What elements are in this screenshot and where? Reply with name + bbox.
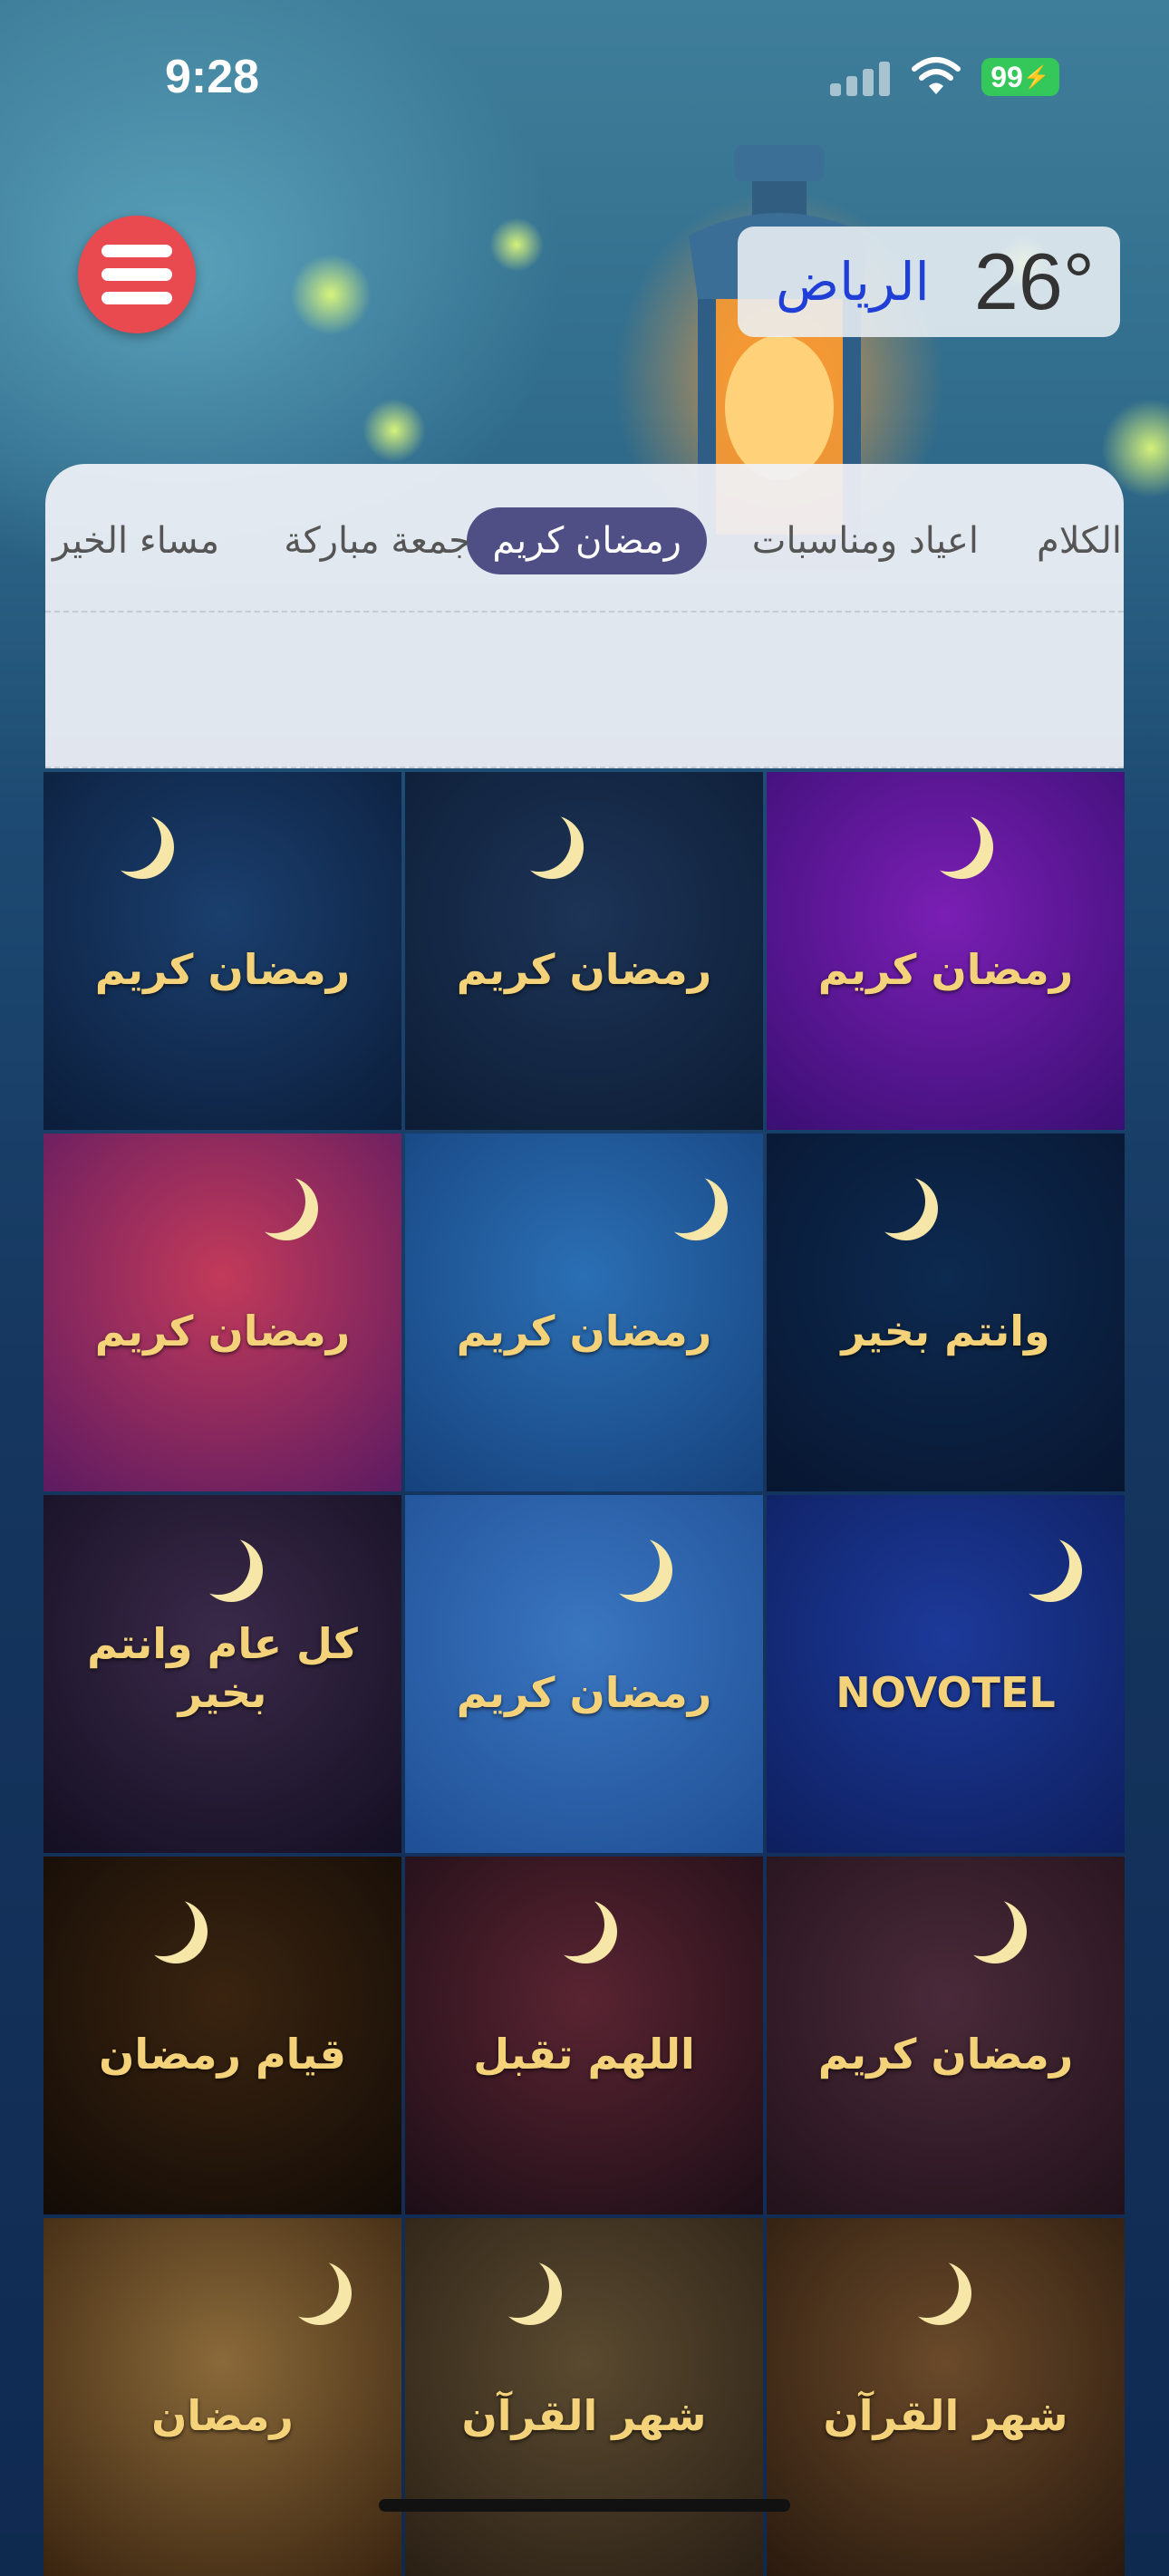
tab-alkalam[interactable]: الكلام xyxy=(1037,507,1122,574)
gallery-image[interactable]: رمضان كريم xyxy=(43,1134,401,1491)
gallery-image[interactable]: كل عام وانتم بخير xyxy=(43,1495,401,1853)
tab-jumuah-mubaraka[interactable]: جمعة مباركة xyxy=(284,507,471,574)
gallery-image[interactable]: رمضان كريم xyxy=(767,772,1125,1130)
gallery-image[interactable]: رمضان كريم xyxy=(405,1495,763,1853)
gallery-image-caption: رمضان كريم xyxy=(94,944,351,994)
crescent-moon-icon xyxy=(596,1531,660,1595)
gallery-image[interactable]: رمضان كريم xyxy=(405,772,763,1130)
category-tabs: الكلام اعياد ومناسبات رمضان كريم جمعة مب… xyxy=(45,507,1124,582)
gallery-image[interactable]: رمضان كريم xyxy=(43,772,401,1130)
cellular-signal-icon xyxy=(830,62,890,96)
gallery-image-caption: NOVOTEL xyxy=(836,1667,1056,1717)
gallery-image-caption: شهر القرآن xyxy=(461,2390,707,2440)
bokeh-light xyxy=(362,399,426,462)
gallery-image[interactable]: شهر القرآن xyxy=(405,2218,763,2576)
category-panel: الكلام اعياد ومناسبات رمضان كريم جمعة مب… xyxy=(45,464,1124,768)
tab-eids-occasions[interactable]: اعياد ومناسبات xyxy=(752,507,979,574)
gallery-image-caption: رمضان كريم xyxy=(456,1306,712,1356)
gallery-image[interactable]: رمضان xyxy=(43,2218,401,2576)
gallery-image[interactable]: رمضان كريم xyxy=(405,1134,763,1491)
gallery-image[interactable]: وانتم بخير xyxy=(767,1134,1125,1491)
gallery-image-caption: شهر القرآن xyxy=(823,2390,1068,2440)
gallery-image-caption: رمضان xyxy=(151,2390,294,2440)
status-time: 9:28 xyxy=(165,51,260,103)
gallery-image-caption: رمضان كريم xyxy=(94,1306,351,1356)
bokeh-light xyxy=(489,217,544,272)
crescent-moon-icon xyxy=(131,1893,195,1956)
weather-city: الرياض xyxy=(776,251,930,313)
weather-temperature: 26° xyxy=(973,236,1095,326)
tab-good-evening[interactable]: مساء الخير xyxy=(53,507,219,574)
crescent-moon-icon xyxy=(895,2254,959,2318)
crescent-moon-icon xyxy=(917,808,981,872)
divider xyxy=(45,767,1124,768)
crescent-moon-icon xyxy=(652,1170,715,1233)
crescent-moon-icon xyxy=(541,1893,604,1956)
crescent-moon-icon xyxy=(507,808,571,872)
crescent-moon-icon xyxy=(862,1170,925,1233)
gallery-image-caption: وانتم بخير xyxy=(841,1306,1050,1356)
gallery-image[interactable]: قيام رمضان xyxy=(43,1857,401,2214)
crescent-moon-icon xyxy=(1006,1531,1069,1595)
tab-ramadan-kareem[interactable]: رمضان كريم xyxy=(467,507,707,574)
crescent-moon-icon xyxy=(951,1893,1014,1956)
gallery-image[interactable]: رمضان كريم xyxy=(767,1857,1125,2214)
wifi-icon xyxy=(912,57,961,94)
status-bar: 9:28 99 ⚡ xyxy=(0,0,1169,154)
menu-button[interactable] xyxy=(78,216,196,333)
crescent-moon-icon xyxy=(242,1170,305,1233)
gallery-image-caption: رمضان كريم xyxy=(456,1667,712,1717)
gallery-image-caption: رمضان كريم xyxy=(456,944,712,994)
divider xyxy=(45,611,1124,613)
hamburger-icon xyxy=(101,245,172,257)
battery-level: 99 xyxy=(990,60,1023,93)
crescent-moon-icon xyxy=(98,808,161,872)
crescent-moon-icon xyxy=(275,2254,339,2318)
home-indicator[interactable] xyxy=(379,2499,790,2512)
weather-widget: الرياض 26° xyxy=(738,227,1120,337)
gallery-image[interactable]: شهر القرآن xyxy=(767,2218,1125,2576)
gallery-image-caption: رمضان كريم xyxy=(817,2029,1074,2079)
gallery-image-caption: رمضان كريم xyxy=(817,944,1074,994)
crescent-moon-icon xyxy=(187,1531,250,1595)
image-gallery: رمضان كريم رمضان كريم رمضان كريم رمضان كريم… xyxy=(43,772,1126,2576)
bokeh-light xyxy=(290,254,372,335)
battery-icon: 99 ⚡ xyxy=(981,58,1059,96)
gallery-image[interactable]: اللهم تقبل xyxy=(405,1857,763,2214)
gallery-image-caption: قيام رمضان xyxy=(99,2029,346,2079)
gallery-image-caption: كل عام وانتم بخير xyxy=(87,1618,358,1717)
gallery-image[interactable]: NOVOTEL xyxy=(767,1495,1125,1853)
gallery-image-caption: اللهم تقبل xyxy=(473,2029,695,2079)
crescent-moon-icon xyxy=(486,2254,549,2318)
